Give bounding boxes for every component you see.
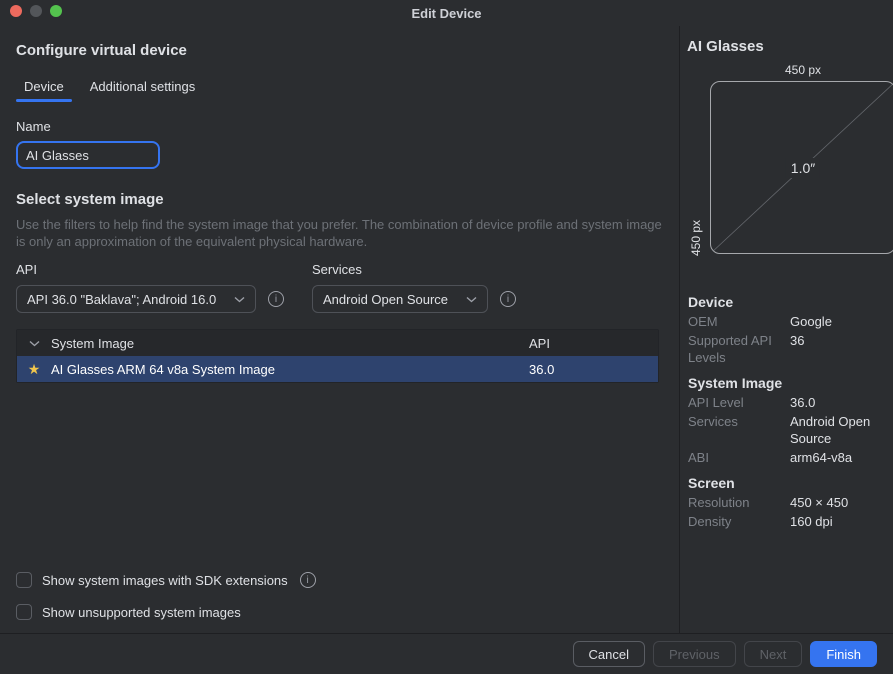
cancel-button[interactable]: Cancel	[573, 641, 645, 667]
device-specs: Device OEM Google Supported API Levels 3…	[688, 294, 888, 530]
close-window-button[interactable]	[10, 5, 22, 17]
api-dropdown-value: API 36.0 "Baklava"; Android 16.0	[27, 292, 216, 307]
page-title: Configure virtual device	[16, 42, 663, 59]
screen-height-label: 450 px	[689, 83, 703, 256]
tab-additional-settings[interactable]: Additional settings	[82, 75, 204, 102]
api-dropdown[interactable]: API 36.0 "Baklava"; Android 16.0	[16, 285, 256, 313]
api-filter-group: API API 36.0 "Baklava"; Android 16.0 i	[16, 262, 284, 313]
edit-device-dialog: Edit Device Configure virtual device Dev…	[0, 0, 893, 674]
sdk-extensions-info-icon[interactable]: i	[300, 572, 316, 588]
column-header-system-image[interactable]: System Image	[51, 336, 529, 351]
sort-chevron-icon[interactable]	[17, 340, 51, 347]
column-header-api[interactable]: API	[529, 336, 658, 351]
finish-button[interactable]: Finish	[810, 641, 877, 667]
tab-bar: Device Additional settings	[16, 75, 663, 102]
next-button[interactable]: Next	[744, 641, 803, 667]
system-image-table: System Image API ★ AI Glasses ARM 64 v8a…	[16, 329, 659, 383]
screen-diagonal-label: 1.0″	[786, 158, 820, 178]
select-system-image-heading: Select system image	[16, 191, 663, 208]
screen-preview: 450 px 450 px 1.0″	[688, 61, 888, 285]
chevron-down-icon	[456, 296, 477, 303]
services-filter-label: Services	[312, 262, 516, 277]
device-name-heading: AI Glasses	[687, 38, 888, 55]
zoom-window-button[interactable]	[50, 5, 62, 17]
api-cell: 36.0	[529, 362, 658, 377]
spec-row: Density 160 dpi	[688, 513, 888, 530]
services-dropdown[interactable]: Android Open Source	[312, 285, 488, 313]
services-dropdown-value: Android Open Source	[323, 292, 448, 307]
services-filter-group: Services Android Open Source i	[312, 262, 516, 313]
show-unsupported-images-label: Show unsupported system images	[42, 605, 241, 620]
table-header-row: System Image API	[17, 330, 658, 356]
device-summary-panel: AI Glasses 450 px 450 px 1.0″ Device OEM…	[680, 26, 893, 633]
api-info-icon[interactable]: i	[268, 291, 284, 307]
api-filter-label: API	[16, 262, 284, 277]
window-title: Edit Device	[411, 6, 481, 21]
dialog-footer: Cancel Previous Next Finish	[0, 633, 893, 674]
table-row[interactable]: ★ AI Glasses ARM 64 v8a System Image 36.…	[17, 356, 658, 382]
section-title-system-image: System Image	[688, 375, 888, 391]
name-input[interactable]	[16, 141, 160, 169]
device-frame: 1.0″	[710, 81, 893, 254]
name-label: Name	[16, 119, 663, 134]
section-title-screen: Screen	[688, 475, 888, 491]
system-image-cell: AI Glasses ARM 64 v8a System Image	[51, 362, 529, 377]
tab-device[interactable]: Device	[16, 75, 72, 102]
section-title-device: Device	[688, 294, 888, 310]
star-icon[interactable]: ★	[17, 362, 51, 376]
screen-width-label: 450 px	[710, 63, 893, 77]
spec-row: Resolution 450 × 450	[688, 494, 888, 511]
minimize-window-button	[30, 5, 42, 17]
spec-row: API Level 36.0	[688, 394, 888, 411]
show-unsupported-images-checkbox[interactable]	[16, 604, 32, 620]
filters-row: API API 36.0 "Baklava"; Android 16.0 i S…	[16, 262, 663, 313]
services-info-icon[interactable]: i	[500, 291, 516, 307]
show-sdk-extensions-checkbox[interactable]	[16, 572, 32, 588]
show-sdk-extensions-label: Show system images with SDK extensions	[42, 573, 288, 588]
section-description: Use the filters to help find the system …	[16, 216, 663, 250]
chevron-down-icon	[224, 296, 245, 303]
previous-button[interactable]: Previous	[653, 641, 736, 667]
spec-row: OEM Google	[688, 313, 888, 330]
checkbox-group: Show system images with SDK extensions i…	[16, 557, 316, 621]
spec-row: ABI arm64-v8a	[688, 449, 888, 466]
traffic-lights	[10, 5, 62, 17]
spec-row: Supported API Levels 36	[688, 332, 888, 366]
configure-panel: Configure virtual device Device Addition…	[0, 26, 679, 633]
spec-row: Services Android Open Source	[688, 413, 888, 447]
titlebar: Edit Device	[0, 0, 893, 26]
